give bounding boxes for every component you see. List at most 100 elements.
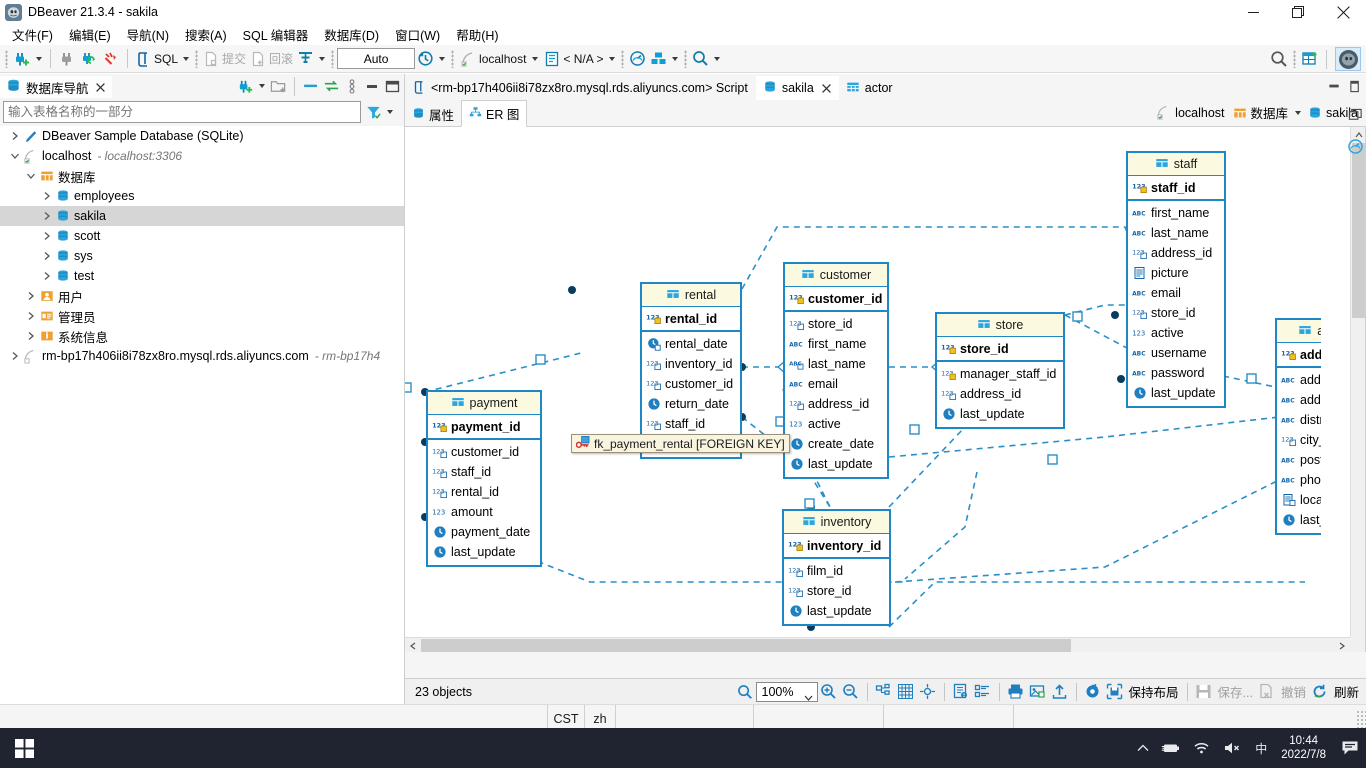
chevron-right-icon[interactable]: [8, 131, 22, 141]
chevron-down-icon[interactable]: [804, 690, 813, 704]
invalidate-button[interactable]: [100, 48, 122, 70]
chevron-down-icon[interactable]: [1292, 111, 1304, 115]
undo-button[interactable]: [1256, 681, 1278, 703]
tree-item-test[interactable]: test: [0, 266, 404, 286]
entity-rental[interactable]: rental 123 rental_id rental_date 123 inve…: [640, 282, 742, 459]
dashboard-perspective-icon[interactable]: [1347, 138, 1364, 158]
context-connection[interactable]: localhost: [1152, 105, 1228, 120]
sql-editor-dropdown[interactable]: [180, 57, 192, 61]
menu-sql-editor[interactable]: SQL 编辑器: [235, 23, 317, 46]
notification-icon[interactable]: [1334, 728, 1366, 768]
zoom-in-button[interactable]: [818, 681, 840, 703]
zoom-out-button[interactable]: [840, 681, 862, 703]
undo-label[interactable]: 撤销: [1278, 681, 1309, 703]
transaction-auto-select[interactable]: Auto: [337, 48, 416, 69]
taskbar-clock[interactable]: 10:44 2022/7/8: [1273, 728, 1334, 768]
wifi-icon[interactable]: [1187, 728, 1217, 768]
search-button[interactable]: [690, 48, 711, 70]
menu-database[interactable]: 数据库(D): [316, 23, 387, 46]
zoom-select[interactable]: 100%: [755, 681, 818, 704]
entity-address[interactable]: address 123 address_id ABC address ABC add…: [1275, 318, 1321, 535]
tree-item-system-info[interactable]: 系统信息: [0, 326, 404, 346]
new-object-button[interactable]: [1299, 48, 1321, 70]
toolbar-grip[interactable]: [1293, 50, 1296, 68]
keep-layout-button[interactable]: [1104, 681, 1126, 703]
entity-customer[interactable]: customer 123 customer_id 123 store_id ABC…: [783, 262, 889, 479]
restore-icon[interactable]: [1328, 80, 1341, 96]
user-avatar-button[interactable]: [1335, 47, 1361, 71]
tab-er-diagram[interactable]: ER 图: [461, 100, 528, 127]
menu-help[interactable]: 帮助(H): [448, 23, 506, 46]
minimize-button[interactable]: [1231, 0, 1276, 24]
funnel-icon[interactable]: [363, 101, 384, 123]
show-details-button[interactable]: [950, 681, 972, 703]
tab-actor[interactable]: actor: [838, 76, 901, 100]
transaction-mode-dropdown[interactable]: [316, 57, 328, 61]
export-button[interactable]: [1049, 681, 1071, 703]
tree-item-sample-db[interactable]: DBeaver Sample Database (SQLite): [0, 126, 404, 146]
tree-item-databases[interactable]: 数据库: [0, 166, 404, 186]
database-tasks-dropdown[interactable]: [669, 57, 681, 61]
ime-indicator[interactable]: 中: [1249, 728, 1273, 768]
toggle-grid-button[interactable]: [895, 681, 917, 703]
kebab-menu-icon[interactable]: [342, 76, 362, 96]
entity-payment[interactable]: payment 123 payment_id 123 customer_id 12…: [426, 390, 542, 567]
transaction-log-dropdown[interactable]: [436, 57, 448, 61]
scrollbar-thumb[interactable]: [421, 639, 1071, 652]
settings-button[interactable]: [1082, 681, 1104, 703]
sql-editor-button[interactable]: SQL: [133, 48, 180, 70]
entity-store[interactable]: store 123 store_id 123 manager_staff_id 1…: [935, 312, 1065, 429]
tree-item-sys[interactable]: sys: [0, 246, 404, 266]
maximize-button[interactable]: [1276, 0, 1321, 24]
menu-edit[interactable]: 编辑(E): [61, 23, 119, 46]
toolbar-grip[interactable]: [195, 49, 199, 68]
new-folder-button[interactable]: [268, 76, 289, 96]
chevron-right-icon[interactable]: [40, 231, 54, 241]
schema-select[interactable]: < N/A >: [541, 48, 606, 70]
scroll-right-icon[interactable]: [1334, 638, 1350, 653]
rollback-button[interactable]: 回滚: [248, 48, 295, 70]
snap-to-grid-button[interactable]: [917, 681, 939, 703]
entity-staff[interactable]: staff 123 staff_id ABC first_name ABC last…: [1126, 151, 1226, 408]
global-search-button[interactable]: [1268, 48, 1290, 70]
datasource-dropdown[interactable]: [529, 57, 541, 61]
collapse-all-button[interactable]: [300, 76, 321, 96]
toolbar-grip[interactable]: [451, 49, 455, 68]
chevron-down-icon[interactable]: [8, 152, 22, 160]
dashboard-button[interactable]: [627, 48, 648, 70]
maximize-panel-button[interactable]: [382, 76, 402, 96]
chevron-right-icon[interactable]: [24, 311, 38, 321]
database-tree[interactable]: DBeaver Sample Database (SQLite) localho…: [0, 126, 404, 704]
scroll-left-icon[interactable]: [405, 638, 421, 653]
tree-item-users[interactable]: 用户: [0, 286, 404, 306]
toolbar-grip[interactable]: [5, 49, 8, 68]
toolbar-grip[interactable]: [331, 49, 335, 68]
tree-item-admin[interactable]: 管理员: [0, 306, 404, 326]
tree-item-aliyun-rds[interactable]: rm-bp17h406ii8i78zx8ro.mysql.rds.aliyunc…: [0, 346, 404, 366]
tree-item-scott[interactable]: scott: [0, 226, 404, 246]
minimize-panel-button[interactable]: [362, 76, 382, 96]
menu-search[interactable]: 搜索(A): [177, 23, 235, 46]
disconnect-button[interactable]: [56, 48, 78, 70]
battery-icon[interactable]: [1155, 728, 1187, 768]
reconnect-button[interactable]: [78, 48, 100, 70]
save-label[interactable]: 保存...: [1215, 681, 1256, 703]
chevron-right-icon[interactable]: [40, 211, 54, 221]
find-button[interactable]: [734, 681, 756, 703]
chevron-down-icon[interactable]: [24, 172, 38, 180]
save-button[interactable]: [1193, 681, 1215, 703]
navigator-tab[interactable]: 数据库导航: [0, 74, 112, 98]
new-connection-dropdown[interactable]: [33, 57, 45, 61]
chevron-right-icon[interactable]: [40, 271, 54, 281]
commit-button[interactable]: 提交: [201, 48, 248, 70]
transaction-mode-button[interactable]: [295, 48, 316, 70]
context-database[interactable]: 数据库: [1229, 103, 1293, 122]
export-image-button[interactable]: [1027, 681, 1049, 703]
chevron-right-icon[interactable]: [40, 191, 54, 201]
menu-file[interactable]: 文件(F): [4, 23, 61, 46]
chevron-right-icon[interactable]: [24, 291, 38, 301]
link-editor-button[interactable]: [321, 76, 342, 96]
schema-dropdown[interactable]: [606, 57, 618, 61]
toolbar-grip[interactable]: [684, 49, 688, 68]
refresh-button[interactable]: [1309, 681, 1331, 703]
